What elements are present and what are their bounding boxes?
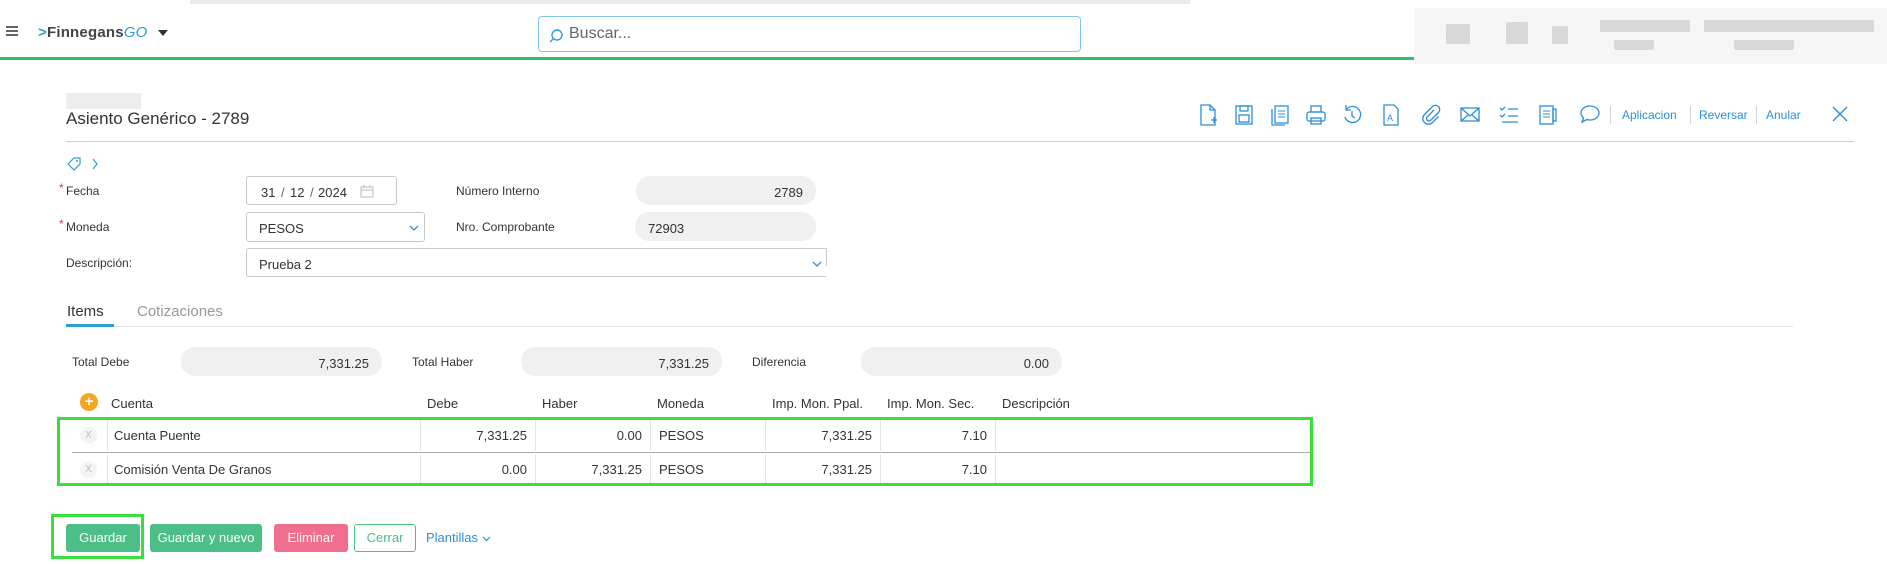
breadcrumb-redacted — [66, 93, 141, 109]
fecha-day[interactable]: 31 — [261, 185, 275, 200]
comment-icon[interactable] — [1578, 102, 1602, 128]
active-tab-indicator — [66, 324, 114, 327]
descripcion-label: Descripción: — [66, 256, 133, 270]
date-separator: / — [281, 185, 285, 200]
column-header-haber[interactable]: Haber — [542, 396, 577, 411]
calendar-icon[interactable] — [360, 185, 374, 198]
tabs-divider — [66, 326, 1793, 327]
logo-go-text: GO — [123, 24, 148, 41]
user-area-redacted — [1414, 8, 1887, 64]
chevron-right-icon[interactable] — [90, 156, 100, 172]
descripcion-edge — [826, 248, 827, 266]
toolbar-separator — [1690, 106, 1691, 124]
add-row-button[interactable]: + — [80, 393, 98, 411]
guardar-y-nuevo-button[interactable]: Guardar y nuevo — [150, 524, 262, 552]
close-icon[interactable] — [1830, 104, 1850, 124]
anular-link[interactable]: Anular — [1766, 108, 1801, 122]
column-header-moneda[interactable]: Moneda — [657, 396, 704, 411]
attachment-icon[interactable] — [1418, 102, 1442, 128]
total-haber-label: Total Haber — [412, 355, 474, 369]
search-icon — [549, 29, 563, 43]
history-icon[interactable] — [1340, 102, 1364, 128]
tag-icon[interactable] — [66, 156, 82, 172]
cerrar-button[interactable]: Cerrar — [354, 524, 416, 552]
title-divider — [66, 141, 1854, 142]
chevron-down-icon[interactable] — [812, 260, 822, 268]
column-header-descripcion[interactable]: Descripción — [1002, 396, 1070, 411]
plantillas-label: Plantillas — [426, 530, 479, 545]
toolbar-separator — [1610, 106, 1611, 124]
total-debe-label: Total Debe — [72, 355, 130, 369]
print-icon[interactable] — [1304, 102, 1328, 128]
logo-main-text: Finnegans — [46, 24, 124, 41]
column-header-cuenta[interactable]: Cuenta — [111, 396, 153, 411]
menu-icon[interactable] — [6, 26, 18, 36]
page-title: Asiento Genérico - 2789 — [66, 109, 250, 128]
total-haber-value: 7,331.25 — [658, 356, 709, 371]
chevron-down-icon — [482, 536, 491, 542]
column-header-imp-mon-sec[interactable]: Imp. Mon. Sec. — [887, 396, 974, 411]
app-logo[interactable]: >FinnegansGO — [38, 24, 148, 41]
report-icon[interactable]: A — [1379, 102, 1403, 128]
moneda-label: Moneda — [66, 220, 110, 234]
fecha-label: Fecha — [66, 184, 100, 198]
highlight-save-box — [51, 514, 144, 559]
moneda-select[interactable]: PESOS — [246, 212, 425, 242]
required-marker: * — [59, 217, 64, 231]
fecha-year[interactable]: 2024 — [318, 185, 347, 200]
column-header-imp-mon-ppal[interactable]: Imp. Mon. Ppal. — [772, 396, 863, 411]
plantillas-dropdown[interactable]: Plantillas — [426, 524, 491, 552]
svg-text:A: A — [1387, 113, 1393, 123]
email-icon[interactable] — [1458, 102, 1482, 128]
tab-cotizaciones[interactable]: Cotizaciones — [137, 303, 223, 320]
search-box[interactable] — [538, 16, 1081, 52]
descripcion-value: Prueba 2 — [259, 257, 312, 272]
reversar-link[interactable]: Reversar — [1699, 108, 1748, 122]
fecha-month[interactable]: 12 — [290, 185, 304, 200]
nro-comprobante-value: 72903 — [648, 221, 685, 236]
copy-icon[interactable] — [1268, 102, 1292, 128]
aplicacion-link[interactable]: Aplicacion — [1622, 108, 1677, 122]
diferencia-field: 0.00 — [861, 347, 1062, 376]
numero-interno-field: 2789 — [636, 176, 816, 205]
diferencia-value: 0.00 — [1023, 356, 1049, 371]
logo-chevron-icon: > — [38, 24, 47, 41]
new-document-icon[interactable] — [1196, 102, 1220, 128]
total-debe-value: 7,331.25 — [318, 356, 369, 371]
total-haber-field: 7,331.25 — [521, 347, 722, 376]
numero-interno-label: Número Interno — [456, 184, 540, 198]
chevron-down-icon[interactable] — [409, 224, 419, 232]
app-header: >FinnegansGO — [0, 4, 1887, 64]
checklist-icon[interactable] — [1497, 102, 1521, 128]
tab-items[interactable]: Items — [67, 303, 104, 320]
highlight-rows-box — [57, 417, 1313, 486]
date-separator: / — [310, 185, 314, 200]
numero-interno-value: 2789 — [774, 185, 803, 200]
notes-icon[interactable] — [1535, 102, 1559, 128]
save-icon[interactable] — [1232, 102, 1256, 128]
nro-comprobante-label: Nro. Comprobante — [456, 220, 555, 234]
column-header-debe[interactable]: Debe — [427, 396, 458, 411]
moneda-value: PESOS — [259, 221, 304, 236]
toolbar-separator — [1756, 106, 1757, 124]
eliminar-button[interactable]: Eliminar — [274, 524, 348, 552]
total-debe-field: 7,331.25 — [181, 347, 382, 376]
search-input[interactable] — [567, 23, 1067, 45]
logo-dropdown-caret-icon[interactable] — [158, 30, 168, 36]
fecha-date-input[interactable]: 31 / 12 / 2024 — [246, 176, 397, 205]
nro-comprobante-field[interactable]: 72903 — [635, 212, 816, 241]
required-marker: * — [59, 181, 64, 195]
descripcion-select[interactable]: Prueba 2 — [246, 248, 826, 277]
diferencia-label: Diferencia — [752, 355, 807, 369]
